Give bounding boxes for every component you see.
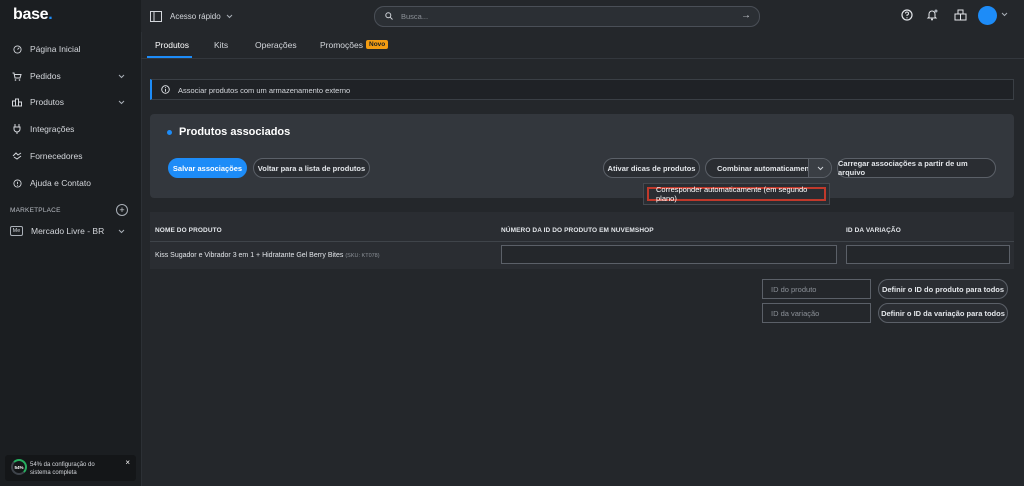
chevron-down-icon[interactable] (808, 159, 831, 177)
associated-products-panel: Produtos associados Salvar associações V… (150, 114, 1014, 198)
info-bar: Associar produtos com um armazenamento e… (150, 79, 1014, 100)
help-icon[interactable] (900, 8, 914, 22)
help-icon (12, 178, 22, 188)
sidebar-item-label: Mercado Livre - BR (31, 226, 105, 236)
column-header-name: NOME DO PRODUTO (155, 227, 222, 234)
column-header-product-id: NÚMERO DA ID DO PRODUTO EM NUVEMSHOP (501, 227, 654, 234)
sidebar-item-label: Ajuda e Contato (30, 178, 91, 188)
logo[interactable]: base. (13, 6, 53, 24)
product-id-input[interactable] (501, 245, 837, 264)
layout-icon (150, 11, 162, 22)
sidebar-item-label: Pedidos (30, 71, 61, 81)
notification-bell-icon[interactable] (925, 8, 939, 22)
setup-progress-card[interactable]: 54% 54% da configuração do sistema compl… (5, 455, 136, 481)
auto-match-background-option[interactable]: Corresponder automaticamente (em segundo… (647, 185, 826, 203)
tab-promotions[interactable]: Promoções (320, 40, 363, 50)
set-variation-id-all-button[interactable]: Definir o ID da variação para todos (878, 303, 1008, 323)
chevron-down-icon (226, 14, 233, 19)
sidebar-item-orders[interactable]: Pedidos (0, 66, 141, 86)
setup-progress-text: 54% da configuração do sistema completa (30, 462, 95, 476)
back-to-products-button[interactable]: Voltar para a lista de produtos (253, 158, 370, 178)
auto-match-split-button[interactable]: Combinar automaticamente (705, 158, 832, 178)
tab-kits[interactable]: Kits (214, 40, 228, 50)
handshake-icon (12, 151, 22, 161)
sidebar-item-label: Página Inicial (30, 44, 81, 54)
tab-operations[interactable]: Operações (255, 40, 297, 50)
info-bar-text: Associar produtos com um armazenamento e… (178, 86, 351, 95)
search-bar[interactable]: Busca... → (374, 6, 760, 27)
info-icon (161, 85, 170, 96)
plug-icon (12, 124, 22, 134)
enable-product-tips-button[interactable]: Ativar dicas de produtos (603, 158, 700, 178)
plus-icon: + (119, 205, 125, 215)
chevron-down-icon (118, 226, 125, 236)
sidebar-item-label: Produtos (30, 97, 65, 107)
products-table: NOME DO PRODUTO NÚMERO DA ID DO PRODUTO … (150, 212, 1014, 269)
setup-progress-ring: 54% (11, 459, 27, 475)
panel-bullet (167, 130, 172, 135)
column-header-variation-id: ID DA VARIAÇÃO (846, 227, 901, 234)
variation-id-input[interactable] (846, 245, 1010, 264)
bulk-product-id-input[interactable]: ID do produto (762, 279, 871, 299)
sidebar-item-home[interactable]: Página Inicial (0, 39, 141, 59)
auto-match-label[interactable]: Combinar automaticamente (717, 164, 816, 173)
sidebar-item-suppliers[interactable]: Fornecedores (0, 146, 141, 166)
product-name-cell: Kiss Sugador e Vibrador 3 em 1 + Hidrata… (155, 252, 380, 259)
avatar[interactable] (978, 6, 997, 25)
topbar: Acesso rápido Busca... → (141, 0, 1024, 32)
panel-title: Produtos associados (179, 126, 291, 138)
table-header: NOME DO PRODUTO NÚMERO DA ID DO PRODUTO … (150, 212, 1014, 242)
search-submit-icon[interactable]: → (741, 10, 751, 21)
product-sku: (SKU: KT078) (345, 253, 380, 259)
sidebar: base. Página Inicial Pedidos Produtos In… (0, 0, 142, 486)
tab-bar: Produtos Kits Operações Promoções Novo (141, 32, 1024, 59)
new-badge: Novo (366, 40, 389, 49)
chevron-down-icon[interactable] (1001, 10, 1008, 19)
sidebar-item-help[interactable]: Ajuda e Contato (0, 173, 141, 193)
sidebar-item-mercado-livre[interactable]: Me Mercado Livre - BR (0, 221, 141, 241)
active-tab-indicator (147, 56, 192, 58)
marketplace-section-label: MARKETPLACE (10, 207, 61, 214)
cart-icon (12, 71, 22, 81)
bulk-variation-id-input[interactable]: ID da variação (762, 303, 871, 323)
save-associations-button[interactable]: Salvar associações (168, 158, 247, 178)
product-name: Kiss Sugador e Vibrador 3 em 1 + Hidrata… (155, 252, 344, 259)
close-icon[interactable]: × (125, 458, 130, 467)
quick-access-label: Acesso rápido (170, 12, 221, 21)
tab-products[interactable]: Produtos (155, 40, 189, 50)
sidebar-item-integrations[interactable]: Integrações (0, 119, 141, 139)
dashboard-icon (12, 44, 22, 54)
products-icon (12, 97, 22, 107)
sidebar-item-label: Integrações (30, 124, 75, 134)
mercado-livre-badge: Me (10, 226, 23, 236)
search-icon (385, 12, 393, 22)
sidebar-item-products[interactable]: Produtos (0, 92, 141, 112)
auto-match-dropdown: Corresponder automaticamente (em segundo… (643, 183, 830, 205)
add-marketplace-button[interactable]: + (116, 204, 128, 216)
set-product-id-all-button[interactable]: Definir o ID do produto para todos (878, 279, 1008, 299)
chevron-down-icon (118, 71, 125, 81)
quick-access-menu[interactable]: Acesso rápido (150, 11, 233, 22)
search-placeholder: Busca... (401, 12, 429, 21)
apps-icon[interactable] (953, 8, 967, 22)
sidebar-item-label: Fornecedores (30, 151, 83, 161)
load-from-file-button[interactable]: Carregar associações a partir de um arqu… (837, 158, 996, 178)
chevron-down-icon (118, 97, 125, 107)
